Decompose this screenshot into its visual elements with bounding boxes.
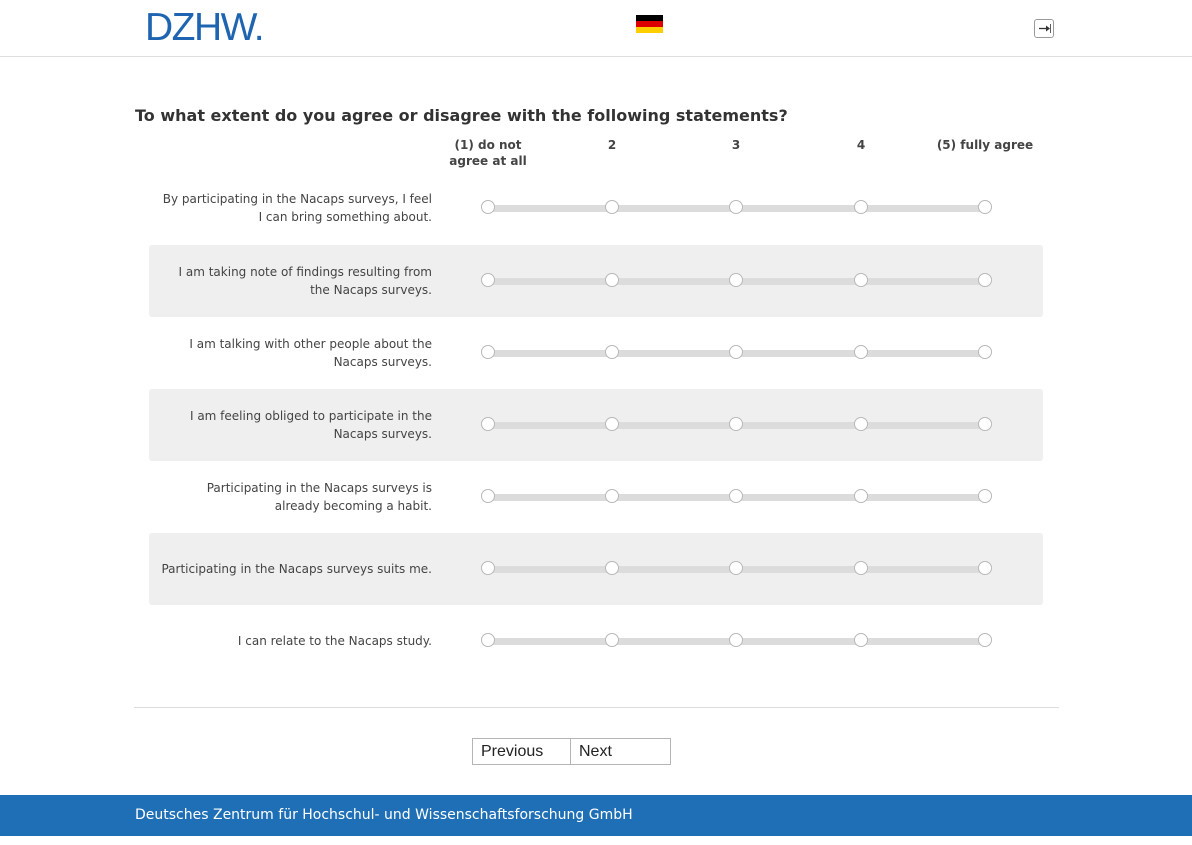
- radio-option-3[interactable]: [729, 200, 743, 214]
- radio-option-2[interactable]: [605, 633, 619, 647]
- radio-option-4[interactable]: [854, 200, 868, 214]
- question-text: To what extent do you agree or disagree …: [135, 106, 788, 125]
- scale-label-1: (1) do not agree at all: [449, 138, 527, 168]
- next-button[interactable]: Next: [571, 738, 671, 765]
- radio-option-5[interactable]: [978, 345, 992, 359]
- radio-option-5[interactable]: [978, 417, 992, 431]
- logout-icon: [1039, 24, 1051, 33]
- flag-stripe-gold: [636, 27, 663, 33]
- divider: [134, 707, 1059, 708]
- radio-option-1[interactable]: [481, 561, 495, 575]
- radio-option-1[interactable]: [481, 633, 495, 647]
- radio-option-1[interactable]: [481, 200, 495, 214]
- matrix-row: I can relate to the Nacaps study.: [149, 605, 1043, 677]
- radio-option-2[interactable]: [605, 561, 619, 575]
- language-flag-germany[interactable]: [636, 15, 663, 33]
- radio-option-3[interactable]: [729, 345, 743, 359]
- radio-option-3[interactable]: [729, 489, 743, 503]
- matrix-row: Participating in the Nacaps surveys is a…: [149, 461, 1043, 533]
- radio-option-4[interactable]: [854, 417, 868, 431]
- radio-option-2[interactable]: [605, 489, 619, 503]
- scale-label-4: 4: [856, 138, 866, 152]
- radio-option-3[interactable]: [729, 633, 743, 647]
- radio-option-4[interactable]: [854, 561, 868, 575]
- statement-label: I am talking with other people about the…: [189, 337, 432, 369]
- scale-label-2: 2: [607, 138, 617, 152]
- radio-option-3[interactable]: [729, 417, 743, 431]
- radio-option-3[interactable]: [729, 273, 743, 287]
- radio-option-1[interactable]: [481, 345, 495, 359]
- radio-option-2[interactable]: [605, 273, 619, 287]
- radio-option-2[interactable]: [605, 417, 619, 431]
- header: DZHW.: [0, 0, 1192, 57]
- matrix-row: By participating in the Nacaps surveys, …: [149, 172, 1043, 244]
- statement-label: I am feeling obliged to participate in t…: [189, 409, 432, 441]
- statement-label: I can relate to the Nacaps study.: [237, 634, 432, 648]
- navigation: Previous Next: [472, 738, 671, 765]
- statement-label: Participating in the Nacaps surveys is a…: [206, 481, 432, 513]
- radio-option-2[interactable]: [605, 200, 619, 214]
- statement-label: By participating in the Nacaps surveys, …: [162, 192, 432, 224]
- matrix-row: I am taking note of findings resulting f…: [149, 245, 1043, 317]
- radio-option-5[interactable]: [978, 200, 992, 214]
- footer-text: Deutsches Zentrum für Hochschul- und Wis…: [135, 807, 633, 823]
- previous-button[interactable]: Previous: [472, 738, 571, 765]
- radio-option-1[interactable]: [481, 417, 495, 431]
- matrix-row: I am talking with other people about the…: [149, 317, 1043, 389]
- radio-option-4[interactable]: [854, 633, 868, 647]
- radio-option-5[interactable]: [978, 273, 992, 287]
- dzhw-logo: DZHW.: [145, 6, 265, 49]
- radio-option-5[interactable]: [978, 561, 992, 575]
- radio-option-1[interactable]: [481, 273, 495, 287]
- radio-option-3[interactable]: [729, 561, 743, 575]
- matrix-row: Participating in the Nacaps surveys suit…: [149, 533, 1043, 605]
- radio-option-4[interactable]: [854, 273, 868, 287]
- logout-button[interactable]: [1034, 19, 1054, 38]
- statement-label: I am taking note of findings resulting f…: [178, 265, 432, 297]
- radio-option-2[interactable]: [605, 345, 619, 359]
- radio-option-5[interactable]: [978, 633, 992, 647]
- statement-label: Participating in the Nacaps surveys suit…: [161, 562, 432, 576]
- footer: Deutsches Zentrum für Hochschul- und Wis…: [0, 795, 1192, 836]
- radio-option-1[interactable]: [481, 489, 495, 503]
- scale-label-5: (5) fully agree: [936, 138, 1034, 152]
- scale-label-3: 3: [731, 138, 741, 152]
- matrix-row: I am feeling obliged to participate in t…: [149, 389, 1043, 461]
- radio-option-5[interactable]: [978, 489, 992, 503]
- radio-option-4[interactable]: [854, 345, 868, 359]
- radio-option-4[interactable]: [854, 489, 868, 503]
